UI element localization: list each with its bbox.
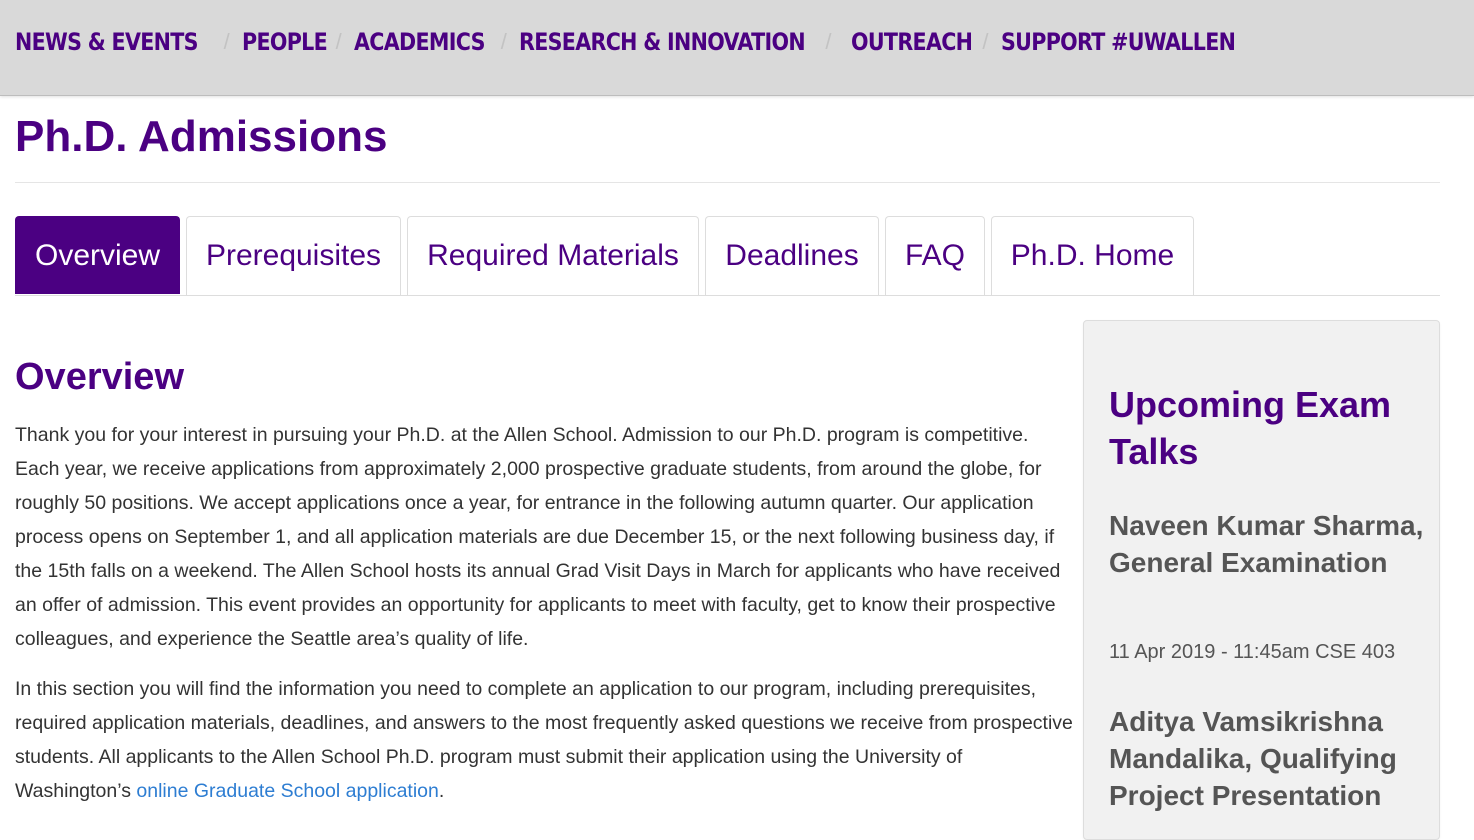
nav-outreach[interactable]: OUTREACH xyxy=(851,28,973,56)
title-divider xyxy=(15,182,1440,183)
nav-news-events[interactable]: NEWS & EVENTS xyxy=(15,28,199,56)
tab-faq[interactable]: FAQ xyxy=(885,216,985,295)
sidebar-title: Upcoming Exam Talks xyxy=(1109,384,1392,472)
nav-separator: / xyxy=(335,29,342,54)
nav-separator: / xyxy=(500,29,507,54)
tab-deadlines[interactable]: Deadlines xyxy=(705,216,879,295)
application-paragraph-end: . xyxy=(438,780,445,802)
nav-academics[interactable]: ACADEMICS xyxy=(354,28,485,56)
application-paragraph: In this section you will find the inform… xyxy=(15,672,1075,808)
nav-separator: / xyxy=(982,29,989,54)
talk-title-link[interactable]: Naveen Kumar Sharma, General Examination xyxy=(1109,507,1429,581)
tab-required-materials[interactable]: Required Materials xyxy=(407,216,699,295)
top-navigation: NEWS & EVENTS / PEOPLE / ACADEMICS / RES… xyxy=(0,0,1474,96)
nav-people[interactable]: PEOPLE xyxy=(242,28,328,56)
page-title: Ph.D. Admissions xyxy=(15,112,388,161)
overview-paragraph: Thank you for your interest in pursuing … xyxy=(15,424,1061,650)
tab-bar: Overview Prerequisites Required Material… xyxy=(15,216,1440,296)
tab-phd-home[interactable]: Ph.D. Home xyxy=(991,216,1194,295)
tab-prerequisites[interactable]: Prerequisites xyxy=(186,216,401,295)
talk-date-location: 11 Apr 2019 - 11:45am CSE 403 xyxy=(1109,641,1396,663)
nav-separator: / xyxy=(825,29,832,54)
graduate-school-application-link[interactable]: online Graduate School application xyxy=(136,780,438,802)
section-heading: Overview xyxy=(15,356,184,398)
nav-research-innovation[interactable]: RESEARCH & INNOVATION xyxy=(519,28,806,56)
nav-separator: / xyxy=(223,29,230,54)
exam-talks-sidebar: Upcoming Exam Talks Naveen Kumar Sharma,… xyxy=(1083,320,1440,840)
talk-title-link[interactable]: Aditya Vamsikrishna Mandalika, Qualifyin… xyxy=(1109,703,1429,814)
tab-overview[interactable]: Overview xyxy=(15,216,180,294)
nav-support-uwallen[interactable]: SUPPORT #UWALLEN xyxy=(1001,28,1236,56)
